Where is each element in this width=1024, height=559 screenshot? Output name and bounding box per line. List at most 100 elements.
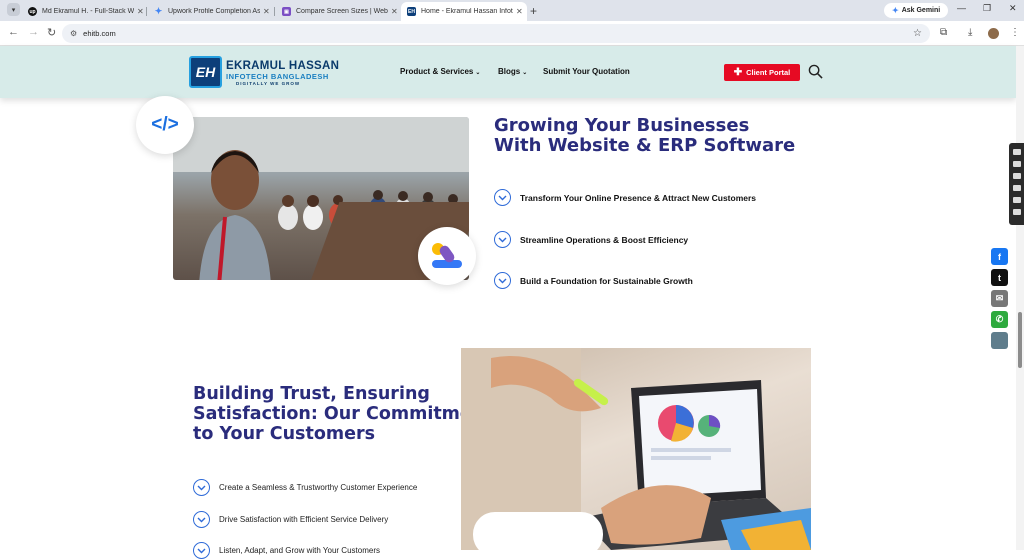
chevron-down-icon: ⌄ [522, 70, 528, 76]
email-glyph: ✉ [995, 293, 1004, 303]
chevron-down-icon: ⌄ [475, 70, 481, 76]
feature-item: Drive Satisfaction with Efficient Servic… [193, 511, 388, 528]
chevron-check-icon [494, 189, 511, 206]
browser-tab[interactable]: ▣ Compare Screen Sizes | Websit ✕ [276, 2, 400, 21]
chevron-check-icon [494, 272, 511, 289]
logo-tagline: DIGITALLY WE GROW [236, 81, 301, 86]
tab-title: Compare Screen Sizes | Websit [296, 8, 388, 15]
extension-toolbar [1009, 143, 1024, 225]
logo-badge-text: EH [195, 64, 216, 80]
nav-submit-quotation[interactable]: Submit Your Quotation [543, 67, 630, 76]
tab-divider [146, 7, 147, 16]
logo-badge[interactable]: EH [189, 56, 222, 88]
logo-subtitle: INFOTECH BANGLADESH [226, 72, 329, 81]
facebook-icon[interactable]: f [991, 248, 1008, 265]
address-toolbar: ← → ↻ ⚙ ehitb.com ☆ ⧉ ⤓ ⋮ [0, 21, 1024, 46]
close-icon[interactable]: ✕ [137, 7, 144, 16]
menu-kebab-icon[interactable]: ⋮ [1010, 27, 1020, 38]
tab-title: Home - Ekramul Hassan Infotec [421, 8, 513, 15]
browser-tab-active[interactable]: EH Home - Ekramul Hassan Infotec ✕ [401, 2, 527, 21]
bookmark-star-icon[interactable]: ☆ [913, 28, 922, 39]
app-logo-icon [432, 243, 462, 268]
minimize-icon[interactable]: — [957, 3, 966, 13]
browser-tab[interactable]: up Md Ekramul H. - Full-Stack Web ✕ [22, 2, 144, 21]
close-window-icon[interactable]: ✕ [1009, 3, 1017, 14]
url-text[interactable]: ehitb.com [83, 29, 116, 38]
recorder-icon[interactable] [1012, 185, 1021, 191]
chevron-check-icon [193, 542, 210, 559]
nav-blogs[interactable]: Blogs ⌄ [498, 67, 527, 76]
heading-line: Building Trust, Ensuring [193, 384, 430, 404]
extension-icon[interactable] [1012, 149, 1021, 155]
gemini-icon: ✦ [154, 6, 163, 16]
settings-icon[interactable] [1012, 209, 1021, 215]
scrollbar-thumb[interactable] [1018, 312, 1022, 368]
tab-search-button[interactable]: ▾ [7, 3, 20, 16]
code-icon: </> [136, 96, 194, 154]
logo-name[interactable]: EKRAMUL HASSAN [226, 60, 339, 72]
close-icon[interactable]: ✕ [263, 7, 270, 16]
feature-text: Create a Seamless & Trustworthy Customer… [219, 483, 418, 492]
twitter-icon[interactable]: t [991, 269, 1008, 286]
site-info-icon[interactable]: ⚙ [70, 29, 77, 38]
plus-icon: ✚ [733, 67, 743, 78]
window-icon[interactable] [1012, 197, 1021, 203]
presenter-selfie [199, 150, 271, 280]
tab-divider [274, 7, 275, 16]
apps-logo-badge [418, 227, 476, 285]
phone-glyph: ✆ [995, 314, 1004, 324]
heading-line: Satisfaction: Our Commitment [193, 403, 493, 424]
facebook-glyph: f [998, 251, 1001, 262]
floating-card [473, 512, 603, 557]
feature-item: Transform Your Online Presence & Attract… [494, 189, 756, 206]
feature-text: Drive Satisfaction with Efficient Servic… [219, 515, 389, 524]
ask-gemini-label: Ask Gemini [901, 7, 941, 14]
reload-icon[interactable]: ↻ [47, 26, 56, 39]
search-icon[interactable] [808, 64, 823, 79]
chevron-check-icon [494, 231, 511, 248]
twitter-glyph: t [998, 272, 1001, 283]
section-heading: Growing Your Businesses With Website & E… [494, 115, 796, 157]
gemini-icon: ✦ [892, 6, 899, 15]
eh-favicon-icon: EH [407, 7, 416, 16]
client-portal-button[interactable]: ✚ Client Portal [724, 64, 800, 81]
feature-item: Listen, Adapt, and Grow with Your Custom… [193, 542, 380, 559]
compare-icon: ▣ [282, 7, 291, 16]
share-icon[interactable] [991, 332, 1008, 349]
phone-icon[interactable]: ✆ [991, 311, 1008, 328]
feature-item: Create a Seamless & Trustworthy Customer… [193, 479, 417, 496]
close-icon[interactable]: ✕ [516, 7, 523, 16]
forward-arrow-icon[interactable]: → [28, 26, 39, 38]
profile-avatar[interactable] [988, 28, 999, 39]
feature-text: Transform Your Online Presence & Attract… [520, 192, 757, 203]
nav-product-services[interactable]: Product & Services ⌄ [400, 67, 480, 76]
nav-label: Submit Your Quotation [543, 67, 630, 76]
browser-tab-strip: ▾ up Md Ekramul H. - Full-Stack Web ✕ ✦ … [0, 0, 1024, 21]
heading-line: Growing Your Businesses [494, 115, 750, 136]
camera-icon[interactable] [1012, 161, 1021, 167]
tab-title: Upwork Profile Completion Ass [168, 8, 260, 15]
nav-label: Blogs [498, 67, 521, 76]
chevron-check-icon [193, 479, 210, 496]
scrollbar-track[interactable] [1016, 46, 1024, 550]
heading-line: to Your Customers [193, 423, 376, 444]
ask-gemini-button[interactable]: ✦ Ask Gemini [884, 3, 949, 18]
back-arrow-icon[interactable]: ← [8, 26, 19, 38]
nav-label: Product & Services [400, 67, 474, 76]
section-heading: Building Trust, Ensuring Satisfaction: O… [193, 384, 493, 444]
feature-text: Streamline Operations & Boost Efficiency [520, 234, 689, 245]
feature-text: Listen, Adapt, and Grow with Your Custom… [219, 546, 380, 555]
feature-item: Streamline Operations & Boost Efficiency [494, 231, 688, 248]
close-icon[interactable]: ✕ [391, 7, 398, 16]
extensions-icon[interactable]: ⧉ [940, 27, 947, 38]
download-icon[interactable]: ⤓ [968, 27, 972, 38]
tab-title: Md Ekramul H. - Full-Stack Web [42, 8, 134, 15]
email-icon[interactable]: ✉ [991, 290, 1008, 307]
heading-line: With Website & ERP Software [494, 135, 796, 157]
url-bar[interactable]: ⚙ ehitb.com ☆ [62, 24, 930, 43]
video-icon[interactable] [1012, 173, 1021, 179]
browser-tab[interactable]: ✦ Upwork Profile Completion Ass ✕ [148, 2, 272, 21]
restore-icon[interactable]: ❐ [983, 3, 991, 14]
new-tab-icon[interactable]: + [530, 4, 537, 18]
client-portal-label: Client Portal [746, 68, 791, 77]
